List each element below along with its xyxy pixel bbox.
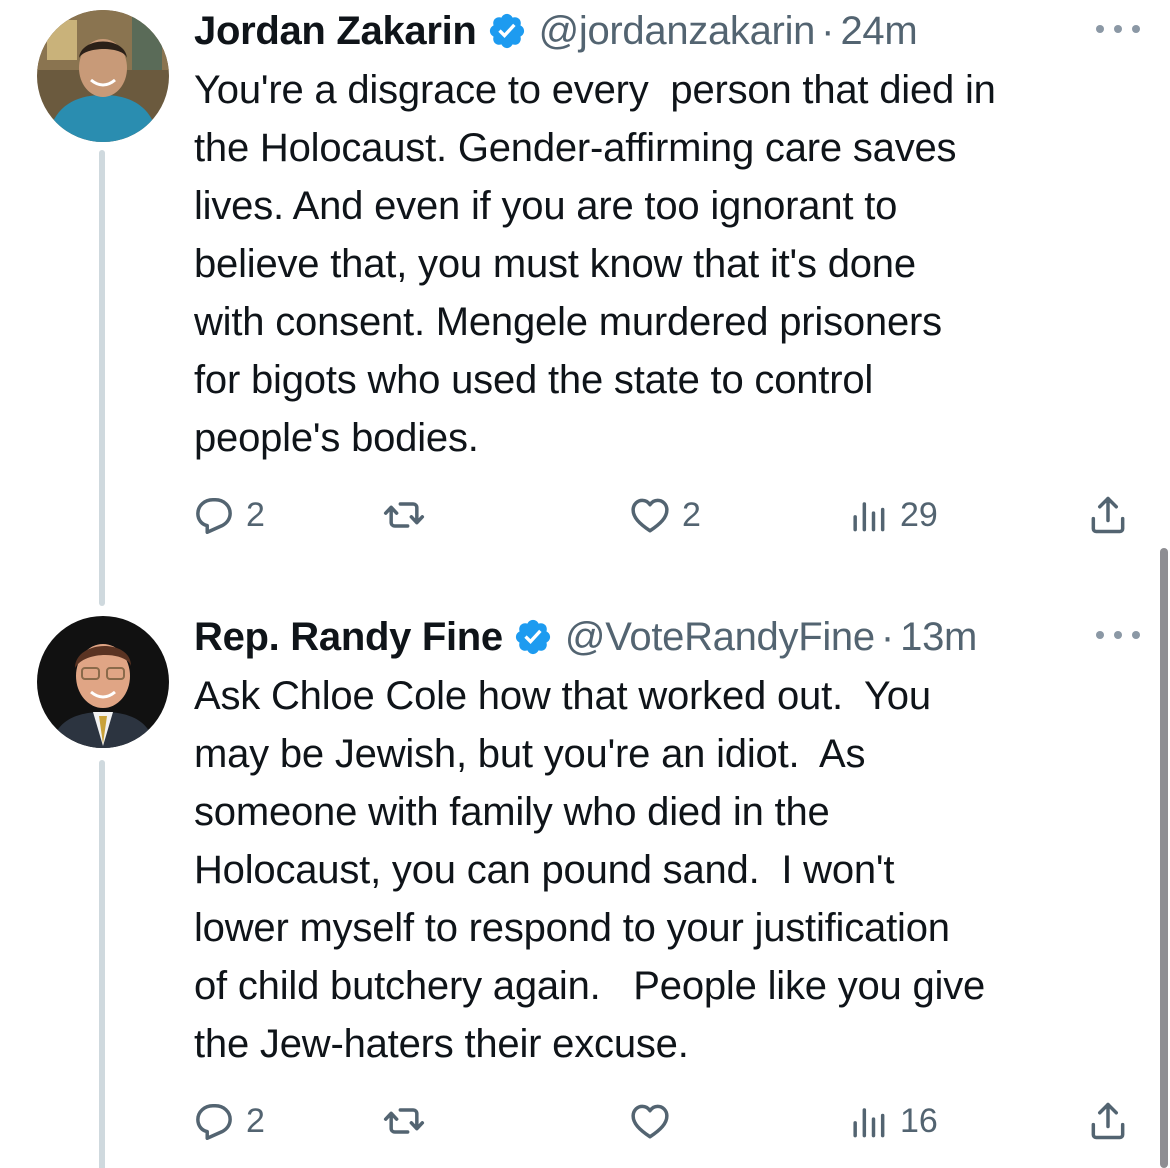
tweet-actions: 2 2 29 (192, 490, 1130, 540)
heart-icon (631, 1104, 669, 1139)
like-button[interactable] (628, 1096, 682, 1146)
more-options-icon[interactable] (1096, 620, 1140, 650)
view-count: 16 (900, 1101, 938, 1140)
author-name[interactable]: Rep. Randy Fine (194, 615, 503, 660)
author-handle[interactable]: @jordanzakarin (539, 9, 816, 54)
reply-button[interactable]: 2 (192, 490, 265, 540)
tweet-header: Rep. Randy Fine @VoteRandyFine · 13m (194, 612, 1140, 662)
heart-icon (631, 498, 669, 533)
timestamp[interactable]: 13m (900, 615, 977, 660)
tweet[interactable]: Jordan Zakarin @jordanzakarin · 24m You'… (0, 0, 1170, 606)
thread-line (99, 150, 105, 606)
tweet-header: Jordan Zakarin @jordanzakarin · 24m (194, 6, 1140, 56)
separator-dot: · (821, 8, 835, 53)
views-button[interactable]: 16 (846, 1096, 938, 1146)
thread-line (99, 760, 105, 1168)
retweet-button[interactable] (382, 490, 436, 540)
like-count: 2 (682, 495, 701, 534)
separator-dot: · (880, 614, 895, 659)
retweet-button[interactable] (382, 1096, 436, 1146)
share-button[interactable] (1086, 1096, 1130, 1146)
tweet[interactable]: Rep. Randy Fine @VoteRandyFine · 13m Ask… (0, 600, 1170, 1168)
reply-count: 2 (246, 1101, 265, 1140)
view-count: 29 (900, 495, 938, 534)
share-icon (1091, 1102, 1125, 1140)
reply-count: 2 (246, 495, 265, 534)
reply-icon (196, 1104, 232, 1140)
views-chart-icon (853, 1108, 885, 1138)
reply-button[interactable]: 2 (192, 1096, 265, 1146)
retweet-icon (383, 502, 425, 528)
share-button[interactable] (1086, 490, 1130, 540)
verified-badge-icon (515, 619, 550, 655)
like-button[interactable]: 2 (628, 490, 701, 540)
tweet-actions: 2 16 (192, 1096, 1130, 1146)
tweet-text: You're a disgrace to every person that d… (194, 68, 996, 460)
views-button[interactable]: 29 (846, 490, 938, 540)
author-handle[interactable]: @VoteRandyFine (565, 615, 875, 660)
author-name[interactable]: Jordan Zakarin (194, 9, 477, 54)
share-icon (1091, 496, 1125, 534)
reply-icon (196, 498, 232, 534)
retweet-icon (383, 1108, 425, 1134)
avatar[interactable] (37, 10, 169, 142)
avatar[interactable] (37, 616, 169, 748)
views-chart-icon (853, 502, 885, 532)
scrollbar[interactable] (1160, 548, 1168, 1168)
timestamp[interactable]: 24m (840, 9, 917, 54)
verified-badge-icon (489, 13, 524, 49)
tweet-text: Ask Chloe Cole how that worked out. You … (194, 674, 986, 1066)
more-options-icon[interactable] (1096, 14, 1140, 44)
